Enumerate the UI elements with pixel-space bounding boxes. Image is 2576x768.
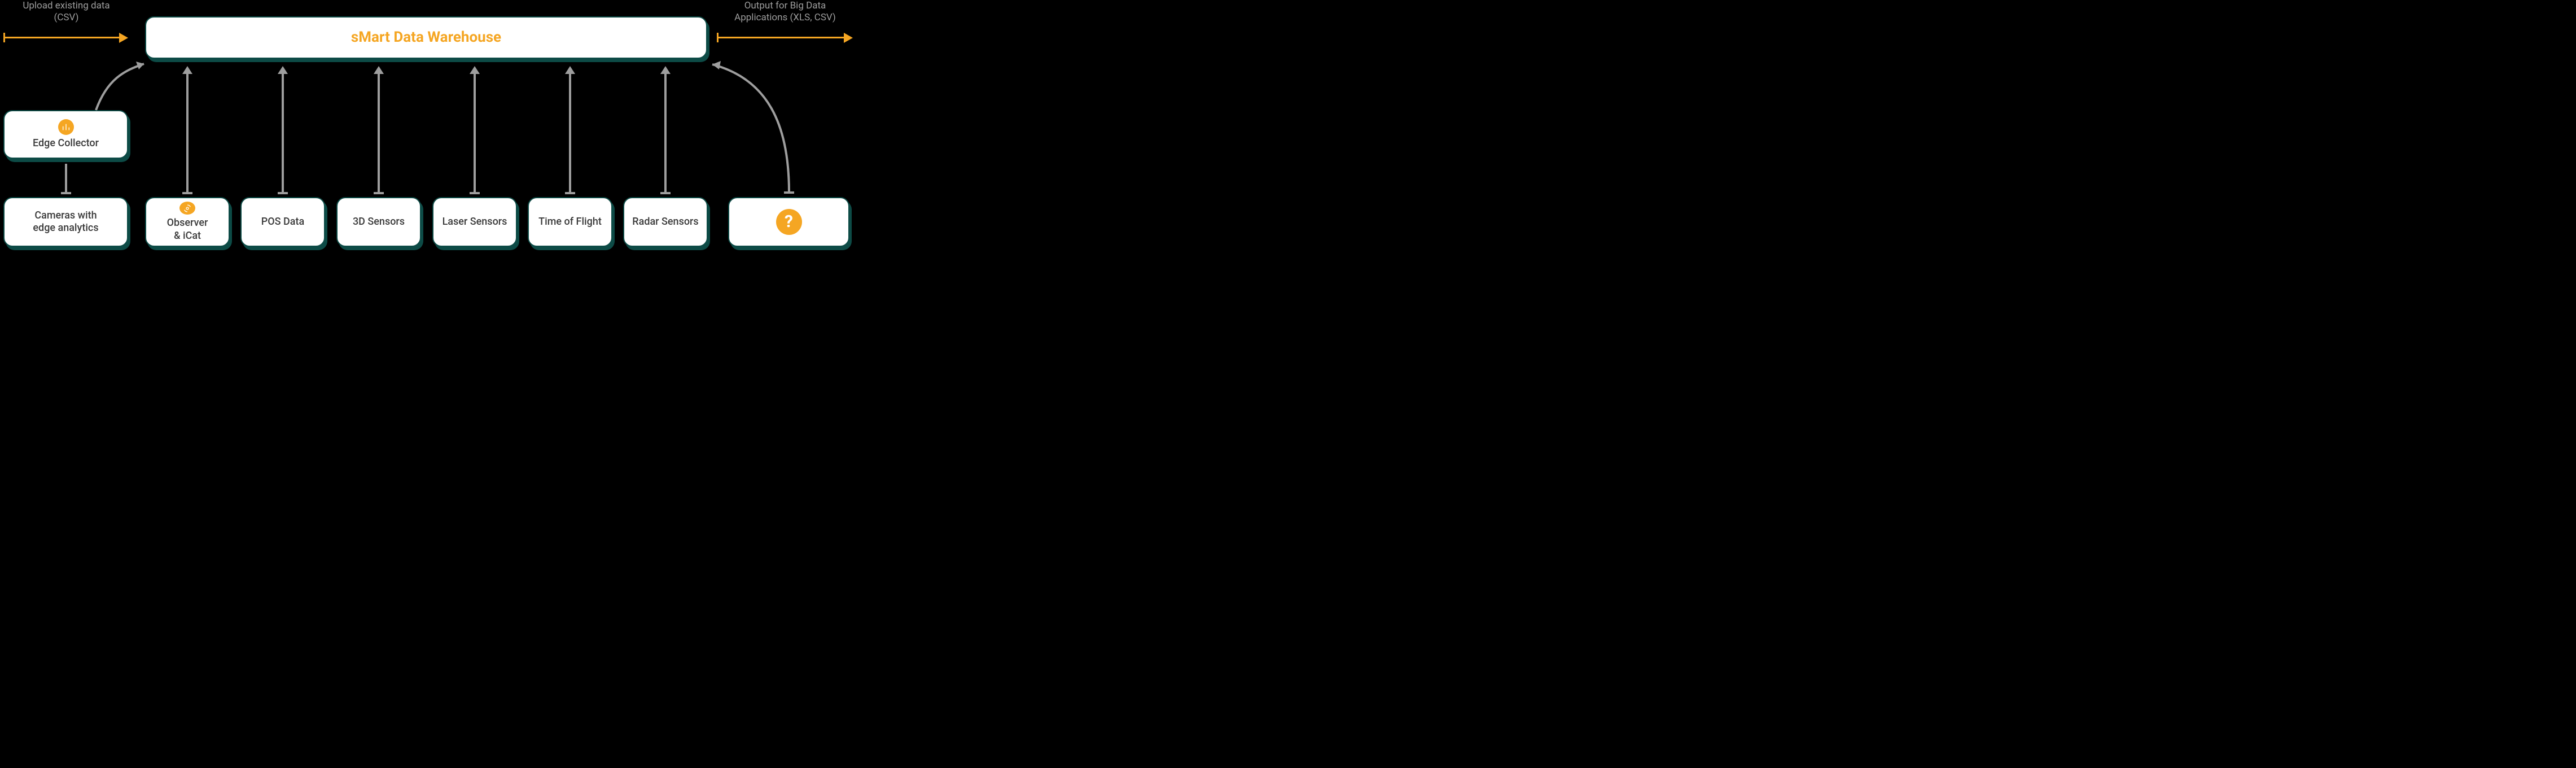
diagram-canvas: Upload existing data (CSV) Output for Bi… bbox=[0, 0, 858, 256]
curve-question-to-warehouse bbox=[0, 0, 858, 256]
